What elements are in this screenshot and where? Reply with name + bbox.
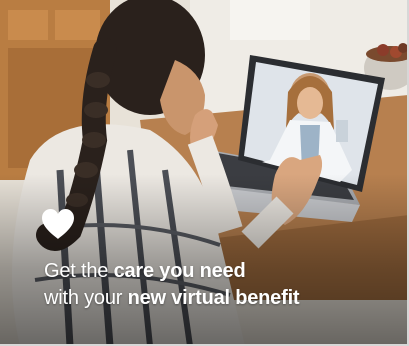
banner-headline: Get the care you need with your new virt…	[44, 258, 394, 312]
promo-banner[interactable]: Get the care you need with your new virt…	[0, 0, 409, 346]
heart-icon	[42, 209, 74, 239]
headline-line-1-regular: Get the	[44, 260, 114, 282]
headline-line-2: with your new virtual benefit	[44, 285, 394, 312]
headline-line-2-bold: new virtual benefit	[127, 287, 300, 309]
headline-line-1: Get the care you need	[44, 258, 394, 285]
headline-line-1-bold: care you need	[113, 260, 246, 282]
headline-line-2-regular: with your	[44, 287, 128, 309]
